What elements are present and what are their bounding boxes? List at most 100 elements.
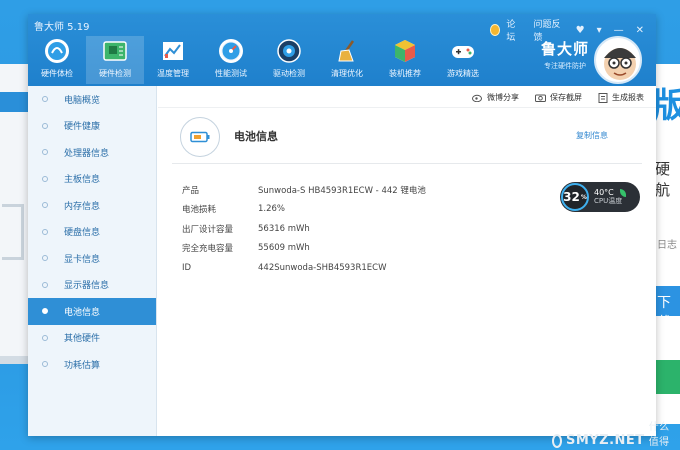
share-label: 微博分享 [487,93,519,102]
brand-subtitle: 专注硬件防护 [544,62,586,70]
sidebar-item-label: 其他硬件 [64,334,101,345]
property-label: ID [182,262,192,273]
bullet-icon [42,96,48,103]
mascot-avatar[interactable] [594,36,642,84]
property-row: 产品 Sunwoda-S HB4593R1ECW - 442 锂电池 [182,180,426,200]
nav-temperature[interactable]: 温度管理 [144,36,202,84]
report-icon [598,92,608,103]
sidebar: 电脑概览 硬件健康 处理器信息 主板信息 内存信息 硬盘信息 显卡信息 显示器信… [28,86,157,436]
property-value: Sunwoda-S HB4593R1ECW - 442 锂电池 [258,185,426,196]
save-screenshot-button[interactable]: 保存截屏 [535,92,582,103]
share-weibo-button[interactable]: 微博分享 [472,92,519,103]
sidebar-item-health[interactable]: 硬件健康 [28,113,156,140]
leaf-icon [619,189,626,198]
battery-icon [180,117,220,157]
background-bar [0,92,30,112]
close-button[interactable]: ✕ [636,25,644,36]
nav-label: 装机推荐 [389,69,421,78]
sidebar-item-label: 硬件健康 [64,122,101,133]
broom-icon [332,36,362,66]
sidebar-item-label: 内存信息 [64,201,101,212]
sidebar-item-label: 处理器信息 [64,148,110,159]
background-left-panel [0,64,30,364]
medal-icon[interactable] [490,24,501,36]
gamepad-icon [448,36,478,66]
property-label: 出厂设计容量 [182,224,234,235]
property-value: 56316 mWh [258,223,310,234]
section-title: 电池信息 [234,130,278,143]
camera-icon [535,94,546,102]
nav-hardware-detect[interactable]: 硬件检测 [86,36,144,84]
menu-chevron-icon[interactable]: ▾ [597,25,602,36]
sidebar-item-monitor[interactable]: 显示器信息 [28,272,156,299]
toolbar: 微博分享 保存截屏 生成报表 [158,88,656,108]
nav-performance[interactable]: 性能测试 [202,36,260,84]
cpu-temperature-widget[interactable]: 32% 40°C CPU温度 [560,182,640,212]
bullet-icon [42,122,48,129]
sidebar-item-label: 功耗估算 [64,360,101,371]
property-row: 完全充电容量 55609 mWh [182,239,426,259]
shield-gauge-icon [42,36,72,66]
generate-report-button[interactable]: 生成报表 [598,92,644,103]
bullet-icon [42,308,48,315]
sidebar-item-battery[interactable]: 电池信息 [28,298,156,325]
nav-hardware-checkup[interactable]: 硬件体检 [28,36,86,84]
copy-info-link[interactable]: 复制信息 [576,130,608,141]
sidebar-item-gpu[interactable]: 显卡信息 [28,245,156,272]
sidebar-item-label: 电脑概览 [64,95,101,106]
minimize-button[interactable]: — [614,25,624,36]
sidebar-item-overview[interactable]: 电脑概览 [28,86,156,113]
watermark-logo-icon [552,433,562,448]
app-header: 鲁大师 5.19 论坛 问题反馈 ♥ ▾ — ✕ 硬件体检 硬件检测 温度管理 … [28,14,656,86]
watermark-text: SMYZ.NET [565,433,645,448]
sidebar-item-motherboard[interactable]: 主板信息 [28,166,156,193]
bullet-icon [42,228,48,235]
brand-name: 鲁大师 [540,40,589,58]
property-value: 1.26% [258,204,286,215]
gear-driver-icon [274,36,304,66]
property-row: 电池损耗 1.26% [182,200,426,220]
circuit-board-icon [100,36,130,66]
nav-label: 游戏精选 [447,69,479,78]
property-row: 出厂设计容量 56316 mWh [182,219,426,239]
temperature-chart-icon [158,36,188,66]
sidebar-item-cpu[interactable]: 处理器信息 [28,139,156,166]
background-green-block [655,360,680,394]
section-divider [172,163,642,164]
bullet-icon [42,361,48,368]
cpu-usage-value: 32 [563,190,580,204]
favorite-icon[interactable]: ♥ [576,25,585,36]
property-value: 55609 mWh [258,243,310,254]
cpu-usage-ring: 32% [561,183,589,211]
sidebar-item-other[interactable]: 其他硬件 [28,325,156,352]
watermark-subtitle: 什么值得买 [648,422,670,448]
property-value: 442Sunwoda-SHB4593R1ECW [258,262,387,273]
bullet-icon [42,334,48,341]
app-title: 鲁大师 5.19 [34,22,90,33]
property-row: ID 442Sunwoda-SHB4593R1ECW [182,258,426,278]
forum-link[interactable]: 论坛 [506,17,521,43]
sidebar-item-disk[interactable]: 硬盘信息 [28,219,156,246]
cube-icon [390,36,420,66]
property-label: 产品 [182,185,200,196]
nav-games[interactable]: 游戏精选 [434,36,492,84]
app-window: 鲁大师 5.19 论坛 问题反馈 ♥ ▾ — ✕ 硬件体检 硬件检测 温度管理 … [28,14,656,436]
nav-label: 硬件体检 [41,69,73,78]
background-small-text: 日志 [657,240,677,251]
bullet-icon [42,281,48,288]
cpu-usage-unit: % [580,193,587,201]
bullet-icon [42,149,48,156]
background-monitor-graphic [2,204,24,260]
sidebar-item-label: 硬盘信息 [64,228,101,239]
sidebar-item-memory[interactable]: 内存信息 [28,192,156,219]
background-right-panel: 版 硬航 日志 下载 [655,64,680,424]
background-download-button[interactable]: 下载 [655,286,680,331]
background-big-text: 版 [655,86,680,126]
sidebar-item-label: 主板信息 [64,175,101,186]
nav-recommend[interactable]: 装机推荐 [376,36,434,84]
sidebar-item-power[interactable]: 功耗估算 [28,351,156,378]
battery-properties: 产品 Sunwoda-S HB4593R1ECW - 442 锂电池 电池损耗 … [182,180,426,278]
nav-clean[interactable]: 清理优化 [318,36,376,84]
bullet-icon [42,255,48,262]
nav-driver[interactable]: 驱动检测 [260,36,318,84]
